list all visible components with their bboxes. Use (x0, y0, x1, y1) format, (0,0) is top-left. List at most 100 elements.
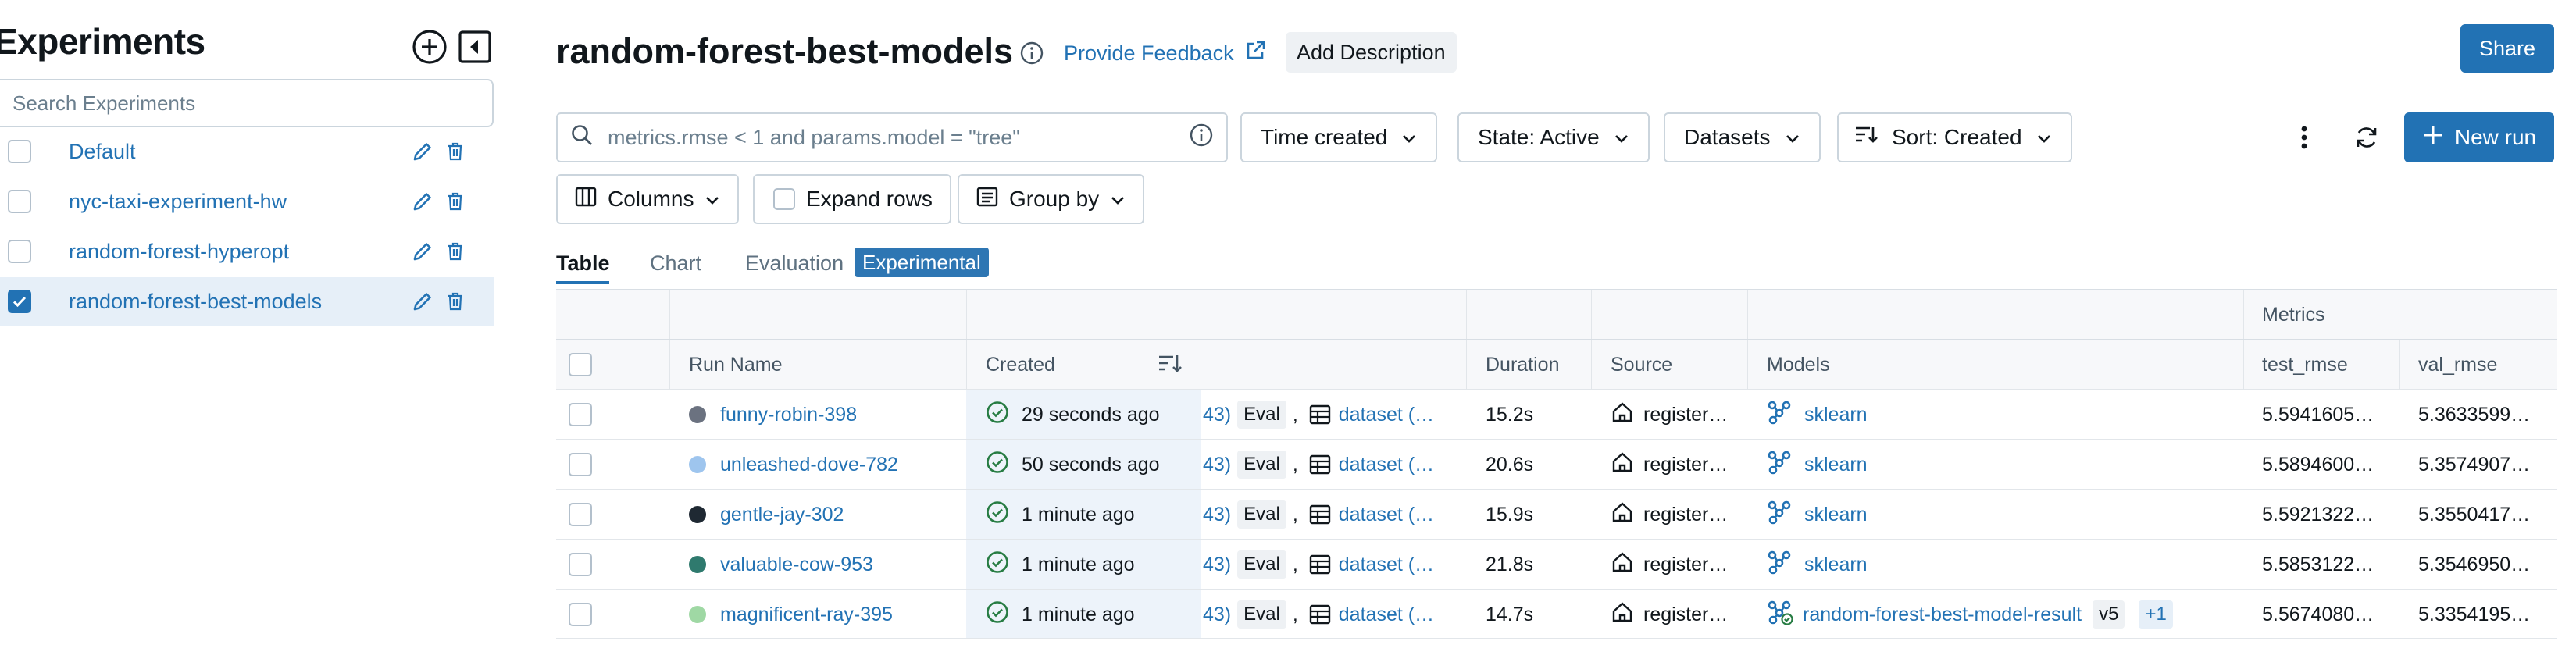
run-filter-search[interactable] (556, 112, 1228, 162)
tab-table[interactable]: Table (556, 251, 610, 276)
created-time: 1 minute ago (1022, 553, 1135, 575)
sort-dropdown[interactable]: Sort: Created (1837, 112, 2072, 162)
column-header-val-rmse[interactable]: val_rmse (2418, 354, 2497, 376)
experiment-name[interactable]: random-forest-best-models (69, 290, 322, 314)
time-created-dropdown[interactable]: Time created (1240, 112, 1438, 162)
column-header-models[interactable]: Models (1767, 354, 1830, 376)
experiment-item-rf-best-models[interactable]: random-forest-best-models (0, 277, 494, 326)
notebook-source-icon (1611, 550, 1634, 579)
dataset-prefix[interactable]: 43) (1203, 554, 1231, 576)
table-row[interactable]: gentle-jay-302 1 minute ago 43) Eval , d… (556, 489, 2557, 539)
select-all-checkbox[interactable] (569, 353, 592, 376)
source-name[interactable]: register… (1643, 454, 1728, 476)
table-row[interactable]: valuable-cow-953 1 minute ago 43) Eval ,… (556, 539, 2557, 589)
tab-chart[interactable]: Chart (650, 251, 701, 276)
created-time: 1 minute ago (1022, 603, 1135, 625)
run-name-link[interactable]: magnificent-ray-395 (720, 604, 893, 626)
more-options-icon[interactable] (2290, 119, 2318, 156)
collapse-sidebar-icon[interactable] (456, 28, 494, 66)
experiment-checkbox[interactable] (8, 190, 31, 213)
source-name[interactable]: register… (1643, 404, 1728, 426)
add-experiment-icon[interactable] (411, 28, 448, 66)
row-checkbox[interactable] (569, 403, 592, 426)
experiment-checkbox[interactable] (8, 240, 31, 263)
trash-icon[interactable] (444, 238, 467, 265)
table-row[interactable]: funny-robin-398 29 seconds ago 43) Eval … (556, 389, 2557, 439)
column-header-duration[interactable]: Duration (1486, 354, 1560, 376)
model-link[interactable]: sklearn (1804, 454, 1868, 476)
row-checkbox[interactable] (569, 453, 592, 476)
pencil-icon[interactable] (409, 238, 436, 265)
pencil-icon[interactable] (409, 138, 436, 165)
source-name[interactable]: register… (1643, 504, 1728, 526)
info-icon[interactable] (1189, 123, 1214, 153)
experiment-name[interactable]: random-forest-hyperopt (69, 240, 289, 264)
experiment-item-nyc-taxi[interactable]: nyc-taxi-experiment-hw (0, 177, 494, 226)
add-description-button[interactable]: Add Description (1286, 32, 1457, 73)
expand-rows-toggle[interactable]: Expand rows (753, 174, 951, 224)
sort-descending-icon[interactable] (1158, 352, 1183, 379)
datasets-dropdown[interactable]: Datasets (1664, 112, 1821, 162)
table-row[interactable]: unleashed-dove-782 50 seconds ago 43) Ev… (556, 439, 2557, 489)
row-checkbox[interactable] (569, 603, 592, 626)
share-button[interactable]: Share (2460, 24, 2554, 73)
dataset-separator: , (1292, 453, 1298, 476)
column-header-test-rmse[interactable]: test_rmse (2262, 354, 2348, 376)
duration-value: 21.8s (1486, 553, 1534, 575)
experiment-name[interactable]: nyc-taxi-experiment-hw (69, 190, 287, 214)
experiment-checkbox-checked[interactable] (8, 290, 31, 313)
experiment-checkbox[interactable] (8, 140, 31, 163)
experiment-item-default[interactable]: Default (0, 127, 494, 176)
dataset-link[interactable]: dataset (… (1339, 504, 1434, 526)
trash-icon[interactable] (444, 288, 467, 315)
state-dropdown[interactable]: State: Active (1457, 112, 1650, 162)
run-filter-input[interactable] (608, 125, 1189, 150)
row-checkbox[interactable] (569, 553, 592, 576)
dataset-link[interactable]: dataset (… (1339, 454, 1434, 476)
row-checkbox[interactable] (569, 503, 592, 526)
run-name-link[interactable]: funny-robin-398 (720, 404, 857, 426)
provide-feedback-link[interactable]: Provide Feedback (1064, 39, 1267, 68)
column-header-created[interactable]: Created (986, 354, 1055, 376)
more-models-tag[interactable]: +1 (2139, 600, 2173, 629)
experiment-item-rf-hyperopt[interactable]: random-forest-hyperopt (0, 227, 494, 276)
info-icon[interactable] (1018, 39, 1046, 67)
dataset-link[interactable]: dataset (… (1339, 404, 1434, 426)
group-by-dropdown[interactable]: Group by (958, 174, 1145, 224)
trash-icon[interactable] (444, 188, 467, 215)
run-name-link[interactable]: unleashed-dove-782 (720, 454, 898, 476)
model-link[interactable]: random-forest-best-model-result (1803, 604, 2082, 626)
dataset-prefix[interactable]: 43) (1203, 504, 1231, 526)
model-link[interactable]: sklearn (1804, 504, 1868, 526)
expand-rows-checkbox[interactable] (773, 188, 795, 210)
source-name[interactable]: register… (1643, 554, 1728, 576)
pencil-icon[interactable] (409, 188, 436, 215)
pencil-icon[interactable] (409, 288, 436, 315)
run-name-link[interactable]: valuable-cow-953 (720, 554, 873, 576)
model-link[interactable]: sklearn (1804, 554, 1868, 576)
refresh-icon[interactable] (2349, 119, 2384, 156)
dataset-prefix[interactable]: 43) (1203, 454, 1231, 476)
dataset-link[interactable]: dataset (… (1339, 554, 1434, 576)
check-circle-icon (986, 600, 1009, 629)
tab-evaluation[interactable]: Evaluation (745, 251, 844, 276)
eval-tag: Eval (1237, 401, 1286, 429)
dataset-prefix[interactable]: 43) (1203, 404, 1231, 426)
duration-value: 14.7s (1486, 603, 1534, 625)
model-link[interactable]: sklearn (1804, 404, 1868, 426)
new-run-button[interactable]: New run (2404, 112, 2554, 162)
column-header-source[interactable]: Source (1611, 354, 1672, 376)
trash-icon[interactable] (444, 138, 467, 165)
dataset-link[interactable]: dataset (… (1339, 604, 1434, 626)
source-name[interactable]: register… (1643, 604, 1728, 626)
column-header-run-name[interactable]: Run Name (689, 354, 783, 376)
table-row[interactable]: magnificent-ray-395 1 minute ago 43) Eva… (556, 589, 2557, 639)
dataset-prefix[interactable]: 43) (1203, 604, 1231, 626)
columns-dropdown[interactable]: Columns (556, 174, 740, 224)
experiment-name[interactable]: Default (69, 140, 136, 164)
chevron-down-icon (1401, 125, 1417, 150)
run-color-dot (689, 556, 706, 573)
duration-value: 15.2s (1486, 403, 1534, 426)
run-name-link[interactable]: gentle-jay-302 (720, 504, 844, 526)
search-experiments-input[interactable] (0, 79, 494, 127)
